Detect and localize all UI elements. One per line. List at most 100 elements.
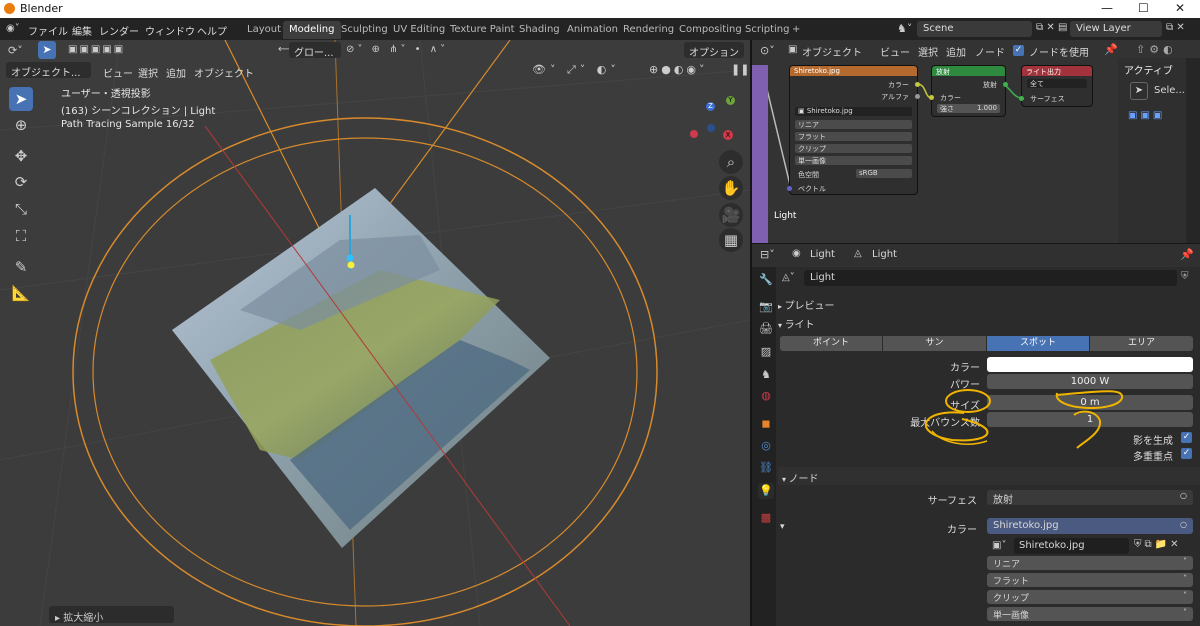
- image-node-interp[interactable]: リニア: [795, 120, 912, 129]
- alpha-output-socket[interactable]: [915, 94, 920, 99]
- interp-dropdown[interactable]: リニア ˅: [987, 556, 1193, 570]
- light-panel-header[interactable]: ▾ ライト: [778, 314, 1200, 332]
- scene-selector[interactable]: Scene: [917, 21, 1032, 37]
- node-header-icons[interactable]: ⇧⚙◐: [1136, 43, 1177, 56]
- surface-input-socket[interactable]: [1019, 96, 1024, 101]
- physics-tab-icon[interactable]: ◎: [758, 438, 774, 454]
- size-field[interactable]: 0 m: [987, 395, 1193, 410]
- select-mode-icons[interactable]: ▣▣▣▣▣: [68, 44, 125, 55]
- fake-user-icon[interactable]: ⛨: [1181, 271, 1189, 282]
- output-target-dropdown[interactable]: 全て: [1027, 79, 1087, 88]
- tab-modeling[interactable]: Modeling: [283, 21, 341, 39]
- scene-icon[interactable]: ♞˅: [897, 22, 912, 35]
- gizmo-neg-z-icon[interactable]: [707, 124, 715, 132]
- node-menu-select[interactable]: 選択: [918, 44, 938, 59]
- data-browse-icon[interactable]: ◬˅: [782, 272, 795, 283]
- power-field[interactable]: 1000 W: [987, 374, 1193, 389]
- tab-compositing[interactable]: Compositing: [673, 21, 748, 39]
- close-button[interactable]: ✕: [1175, 1, 1185, 15]
- minimize-button[interactable]: —: [1101, 1, 1113, 15]
- node-menu-node[interactable]: ノード: [975, 44, 1005, 59]
- camera-view-icon[interactable]: 🎥: [719, 203, 743, 227]
- select-tool-icon[interactable]: ➤: [38, 41, 56, 59]
- output-tab-icon[interactable]: 🖨: [758, 321, 774, 337]
- image-node-projection[interactable]: フラット: [795, 132, 912, 141]
- scale-tool-icon[interactable]: ⤡: [9, 197, 33, 221]
- scene-copy-icon[interactable]: ⧉ ✕: [1036, 22, 1055, 33]
- image-file-field[interactable]: Shiretoko.jpg: [1014, 538, 1129, 554]
- color-image-field[interactable]: Shiretoko.jpg ○: [987, 518, 1193, 534]
- color-expand-icon[interactable]: ▾: [780, 522, 785, 532]
- tab-shading[interactable]: Shading: [513, 21, 566, 39]
- menu-file[interactable]: ファイル: [28, 23, 68, 38]
- node-sidebar-tabs[interactable]: [1186, 58, 1200, 243]
- light-output-node[interactable]: ライト出力 全て サーフェス: [1019, 66, 1092, 106]
- light-data-tab-icon[interactable]: 💡: [758, 483, 774, 499]
- view-layer-copy-icon[interactable]: ⧉ ✕: [1166, 22, 1185, 33]
- world-tab-icon[interactable]: ◍: [758, 388, 774, 404]
- viewport-overlay-icons[interactable]: 👁˅ ⤢˅ ◐˅: [532, 63, 620, 77]
- scene-tab-icon[interactable]: ♞: [758, 367, 774, 383]
- measure-tool-icon[interactable]: 📐: [9, 281, 33, 305]
- light-name-field[interactable]: Light: [804, 270, 1177, 286]
- tab-uv-editing[interactable]: UV Editing: [387, 21, 451, 39]
- light-type-spot[interactable]: スポット: [987, 336, 1089, 351]
- viewport-menu-object[interactable]: オブジェクト: [194, 65, 254, 80]
- nodes-panel-header[interactable]: ▾ ノード: [778, 467, 1200, 485]
- mode-dropdown[interactable]: オブジェクト...: [6, 62, 91, 79]
- view-layer-tab-icon[interactable]: ▨: [758, 344, 774, 360]
- node-editor-type-icon[interactable]: ⊙˅: [760, 44, 775, 57]
- image-texture-node[interactable]: Shiretoko.jpg カラー アルファ ▣ Shiretoko.jpg リ…: [787, 66, 920, 194]
- projection-dropdown[interactable]: フラット ˅: [987, 573, 1193, 587]
- blender-menu-icon[interactable]: ◉˅: [6, 23, 20, 34]
- properties-type-icon[interactable]: ⊟˅: [760, 248, 775, 261]
- move-tool-icon[interactable]: ✥: [9, 144, 33, 168]
- viewport-menu-add[interactable]: 追加: [166, 65, 186, 80]
- menu-help[interactable]: ヘルプ: [197, 23, 227, 38]
- image-node-file[interactable]: ▣ Shiretoko.jpg: [795, 107, 912, 116]
- 3d-viewport[interactable]: ⟳˅ ➤ ▣▣▣▣▣ ⟷˅ グロー... ⊘˅ ⊕ ⋔˅ • ∧˅ オプション …: [0, 40, 750, 626]
- gizmo-y-icon[interactable]: Y: [726, 96, 735, 105]
- sidebar-select-tool-icon[interactable]: ➤: [1130, 82, 1148, 100]
- image-node-source[interactable]: 単一画像: [795, 156, 912, 165]
- transform-tool-icon[interactable]: ⛶: [9, 224, 33, 248]
- cursor-tool-icon[interactable]: ⊕: [9, 113, 33, 137]
- properties-editor[interactable]: ⊟˅ ◉ Light ◬ Light 📌 🔧 📷 🖨 ▨ ♞ ◍ ◼ ◎ ⛓ 💡…: [752, 243, 1200, 626]
- texture-tab-icon[interactable]: ▩: [758, 510, 774, 526]
- light-object-origin[interactable]: [347, 261, 355, 269]
- light-type-area[interactable]: エリア: [1090, 336, 1193, 351]
- light-type-sun[interactable]: サン: [883, 336, 986, 351]
- view-layer-selector[interactable]: View Layer: [1070, 21, 1162, 37]
- view-layer-icon[interactable]: ▤: [1058, 22, 1067, 33]
- emission-node[interactable]: 放射 放射 カラー 強さ 1.000: [929, 66, 1008, 116]
- source-dropdown[interactable]: 単一画像 ˅: [987, 607, 1193, 621]
- surface-shader-field[interactable]: 放射 ○: [987, 490, 1193, 506]
- gizmo-neg-x-icon[interactable]: [690, 130, 698, 138]
- image-browse-icon[interactable]: ▣˅: [992, 540, 1006, 551]
- image-node-extension[interactable]: クリップ: [795, 144, 912, 153]
- tab-sculpting[interactable]: Sculpting: [335, 21, 394, 39]
- node-menu-add[interactable]: 追加: [946, 44, 966, 59]
- light-type-point[interactable]: ポイント: [780, 336, 882, 351]
- emission-color-socket[interactable]: [929, 95, 934, 100]
- select-box-tool-icon[interactable]: ➤: [9, 87, 33, 111]
- options-dropdown[interactable]: オプション: [684, 42, 744, 59]
- tab-rendering[interactable]: Rendering: [617, 21, 680, 39]
- multiple-importance-checkbox[interactable]: ✓: [1181, 448, 1192, 459]
- snapping-icons[interactable]: ⊘˅ ⊕ ⋔˅ • ∧˅: [346, 44, 448, 55]
- last-operation-panel[interactable]: ▸ 拡大縮小: [49, 606, 174, 624]
- viewport-menu-select[interactable]: 選択: [138, 65, 158, 80]
- colorspace-dropdown[interactable]: sRGB: [856, 169, 912, 178]
- viewport-menu-view[interactable]: ビュー: [103, 65, 133, 80]
- rotate-tool-icon[interactable]: ⟳: [9, 170, 33, 194]
- cast-shadow-checkbox[interactable]: ✓: [1181, 432, 1192, 443]
- extension-dropdown[interactable]: クリップ ˅: [987, 590, 1193, 604]
- emission-output-socket[interactable]: [1003, 82, 1008, 87]
- tab-animation[interactable]: Animation: [561, 21, 624, 39]
- ortho-toggle-icon[interactable]: ▦: [719, 228, 743, 252]
- node-editor-mode[interactable]: オブジェクト: [802, 44, 862, 59]
- image-action-icons[interactable]: ⛨⧉📁✕: [1134, 539, 1181, 550]
- shading-mode-icons[interactable]: ⊕●◐◉˅: [649, 63, 708, 76]
- pan-view-icon[interactable]: ✋: [719, 176, 743, 200]
- global-orientation-dropdown[interactable]: グロー...: [289, 42, 341, 59]
